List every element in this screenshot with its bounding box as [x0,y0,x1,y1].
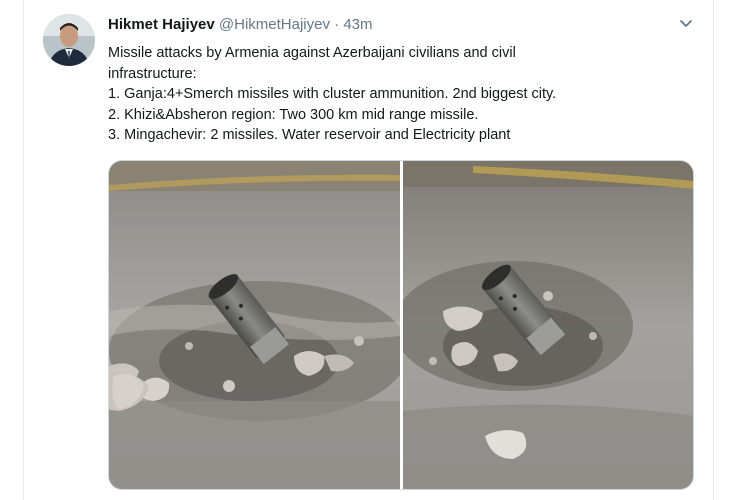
author-handle[interactable]: @HikmetHajiyev [219,16,330,33]
avatar[interactable] [43,14,95,66]
tweet-line: Missile attacks by Armenia against Azerb… [108,45,516,61]
missile-photo-left[interactable] [109,161,400,490]
tweet-line: 2. Khizi&Absheron region: Two 300 km mid… [108,106,479,123]
separator-dot: · [334,16,340,33]
tweet-timestamp[interactable]: 43m [343,16,372,33]
avatar-photo [43,14,95,66]
author-name[interactable]: Hikmet Hajiyev [108,16,215,33]
tweet-line: 1. Ganja:4+Smerch missiles with cluster … [108,86,557,102]
chevron-down-icon[interactable] [677,14,695,32]
tweet-text: Missile attacks by Armenia against Azerb… [108,43,693,146]
tweet-media[interactable] [108,160,694,490]
tweet-line: 3. Mingachevir: 2 missiles. Water reserv… [108,127,511,143]
tweet-line: infrastructure: [108,65,197,82]
tweet-header: Hikmet Hajiyev @HikmetHajiyev · 43m [108,15,373,35]
missile-photo-right[interactable] [403,161,694,490]
